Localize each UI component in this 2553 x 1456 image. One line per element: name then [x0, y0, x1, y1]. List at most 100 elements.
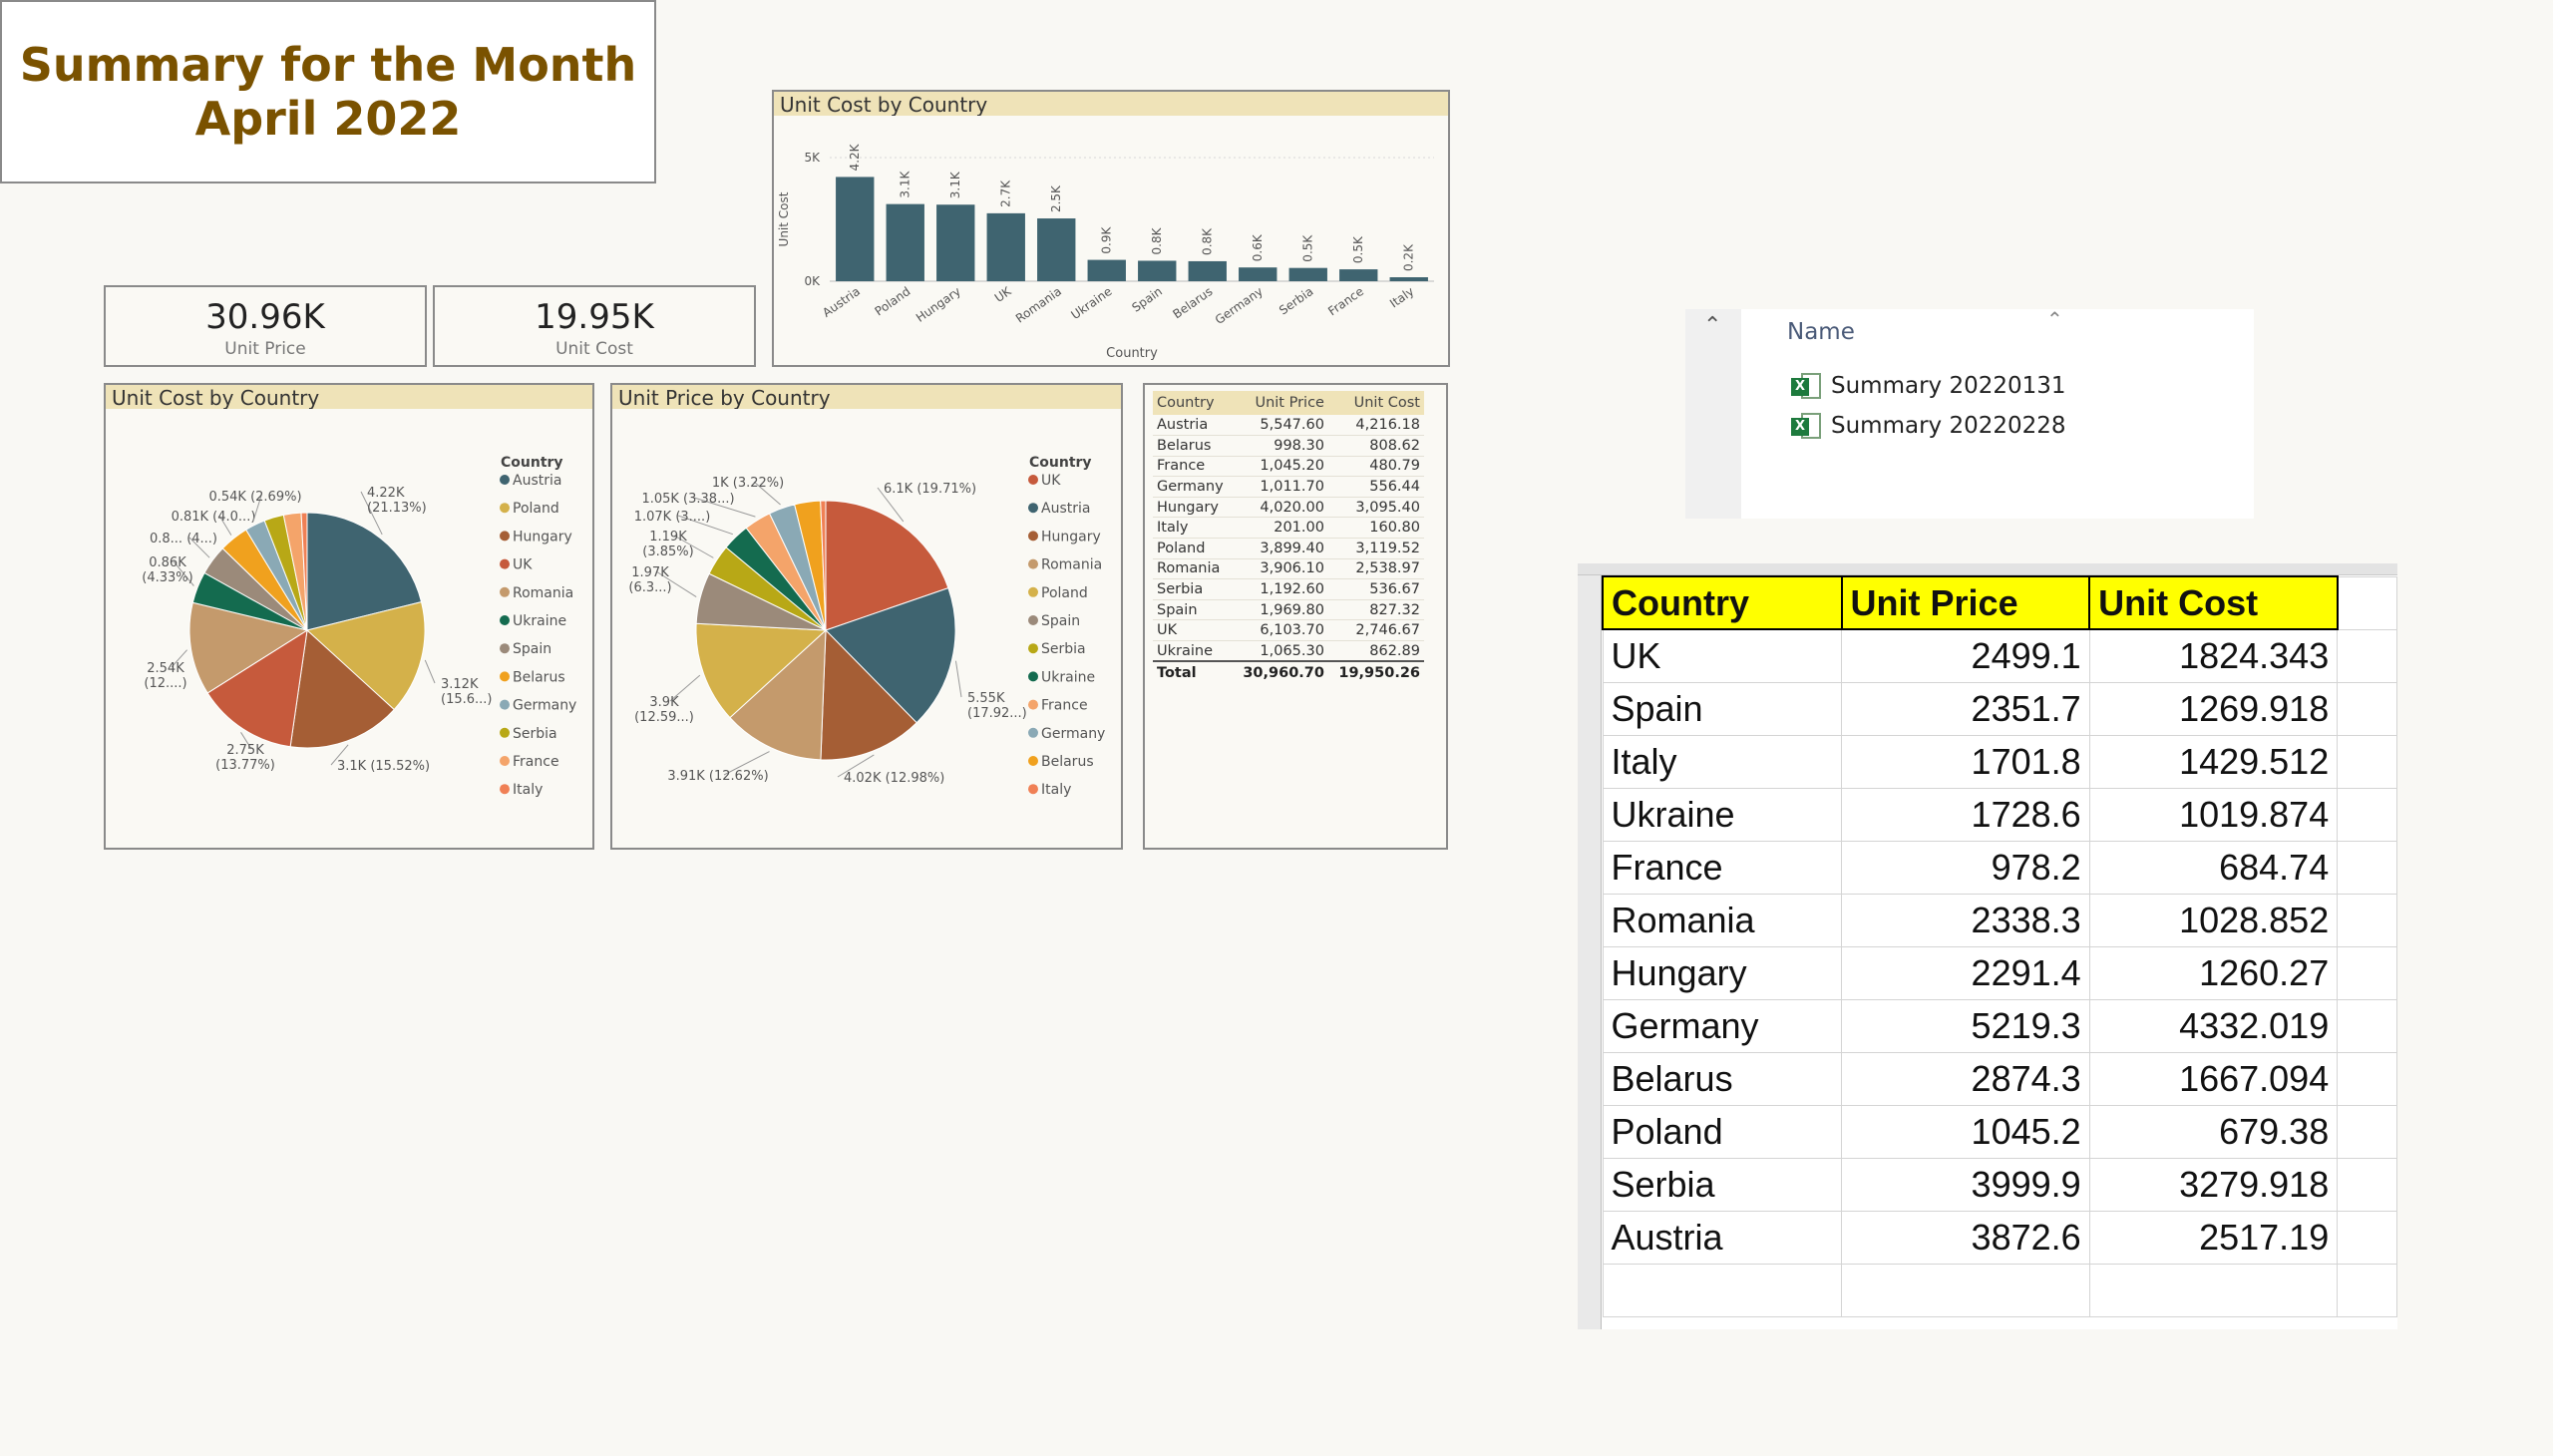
- table-row[interactable]: Germany 1,011.70 556.44: [1153, 476, 1424, 498]
- empty-cell[interactable]: [2337, 628, 2397, 683]
- cell-unit-price[interactable]: 1045.2: [1841, 1104, 2090, 1159]
- table-row[interactable]: Spain 1,969.80 827.32: [1153, 599, 1424, 621]
- file-item[interactable]: X Summary 20220228: [1791, 411, 2066, 441]
- y-tick-label: 0K: [804, 274, 821, 288]
- bar: [1288, 267, 1327, 281]
- cell-unit-price[interactable]: 5219.3: [1841, 998, 2090, 1053]
- cell-unit-cost[interactable]: 2517.19: [2088, 1210, 2339, 1265]
- empty-cell[interactable]: [2337, 575, 2397, 630]
- table-row[interactable]: UK 6,103.70 2,746.67: [1153, 619, 1424, 642]
- table-row[interactable]: Serbia 1,192.60 536.67: [1153, 578, 1424, 600]
- cell-unit-price[interactable]: 2291.4: [1841, 945, 2090, 1000]
- cell-unit-price[interactable]: 3872.6: [1841, 1210, 2090, 1265]
- table-row[interactable]: Italy 201.00 160.80: [1153, 517, 1424, 540]
- file-item[interactable]: X Summary 20220131: [1791, 371, 2066, 401]
- cell-unit-price[interactable]: 2351.7: [1841, 681, 2090, 736]
- excel-file-icon: X: [1791, 413, 1821, 439]
- cell-country[interactable]: Germany: [1602, 998, 1843, 1053]
- kpi-card-unit-price[interactable]: 30.96K Unit Price: [104, 285, 427, 367]
- cell-unit-price[interactable]: 2338.3: [1841, 893, 2090, 947]
- table-header-row: Country Unit Price Unit Cost: [1153, 391, 1424, 415]
- cell-unit-price[interactable]: 3999.9: [1841, 1157, 2090, 1212]
- cell-unit-cost[interactable]: 1824.343: [2088, 628, 2339, 683]
- col-unit-cost[interactable]: Unit Cost: [1327, 391, 1424, 415]
- summary-table-panel[interactable]: Country Unit Price Unit Cost Austria 5,54…: [1143, 383, 1448, 850]
- empty-cell[interactable]: [2337, 1051, 2397, 1106]
- empty-cell[interactable]: [2088, 1263, 2339, 1317]
- cell-unit-cost[interactable]: 1260.27: [2088, 945, 2339, 1000]
- legend-item: Serbia: [513, 726, 557, 742]
- cell-unit-cost[interactable]: 1429.512: [2088, 734, 2339, 789]
- pie-cost-panel[interactable]: Unit Cost by Country 4.22K (21.13%) 3.12K(…: [104, 383, 594, 850]
- empty-cell[interactable]: [1602, 1263, 1843, 1317]
- table-row[interactable]: Austria 5,547.60 4,216.18: [1153, 415, 1424, 437]
- table-row[interactable]: Ukraine 1,065.30 862.89: [1153, 640, 1424, 662]
- pie-data-label: 0.81K (4.0...): [172, 510, 256, 525]
- cell-country[interactable]: France: [1602, 840, 1843, 895]
- cell-unit-price[interactable]: 2499.1: [1841, 628, 2090, 683]
- y-axis-label: Unit Cost: [777, 191, 791, 246]
- cell-country[interactable]: Austria: [1602, 1210, 1843, 1265]
- cell-unit-cost[interactable]: 679.38: [2088, 1104, 2339, 1159]
- empty-cell[interactable]: [2337, 1263, 2397, 1317]
- bar-data-label: 0.8K: [1150, 226, 1164, 254]
- cell-unit-cost: 808.62: [1327, 435, 1424, 457]
- empty-cell[interactable]: [2337, 1210, 2397, 1265]
- cell-country[interactable]: Ukraine: [1602, 787, 1843, 842]
- legend-marker: [500, 699, 510, 710]
- pie-price-panel[interactable]: Unit Price by Country 6.1K (19.71%) 5.55K…: [610, 383, 1123, 850]
- cell-country[interactable]: Serbia: [1602, 1157, 1843, 1212]
- kpi-card-unit-cost[interactable]: 19.95K Unit Cost: [433, 285, 756, 367]
- header-cell-country[interactable]: Country: [1602, 575, 1843, 630]
- legend-item: Italy: [513, 782, 543, 798]
- cell-unit-cost[interactable]: 1019.874: [2088, 787, 2339, 842]
- cell-country[interactable]: Spain: [1602, 681, 1843, 736]
- cell-unit-price[interactable]: 1728.6: [1841, 787, 2090, 842]
- cell-country[interactable]: Romania: [1602, 893, 1843, 947]
- cell-country[interactable]: Belarus: [1602, 1051, 1843, 1106]
- legend-marker: [500, 643, 510, 654]
- empty-cell[interactable]: [2337, 1157, 2397, 1212]
- empty-cell[interactable]: [2337, 787, 2397, 842]
- cell-unit-price: 998.30: [1232, 435, 1328, 457]
- cell-country[interactable]: Hungary: [1602, 945, 1843, 1000]
- spreadsheet-row: Spain 2351.7 1269.918: [1602, 681, 2397, 736]
- empty-cell[interactable]: [2337, 893, 2397, 947]
- header-cell-unit-cost[interactable]: Unit Cost: [2088, 575, 2339, 630]
- table-row[interactable]: Belarus 998.30 808.62: [1153, 435, 1424, 457]
- cell-unit-price[interactable]: 2874.3: [1841, 1051, 2090, 1106]
- scroll-up-icon[interactable]: ⌃: [1703, 313, 1721, 338]
- cell-country: Belarus: [1153, 435, 1233, 457]
- table-row[interactable]: Hungary 4,020.00 3,095.40: [1153, 497, 1424, 519]
- empty-cell[interactable]: [2337, 840, 2397, 895]
- bar-chart-panel[interactable]: Unit Cost by Country 5K 0K Unit Cost Countr…: [772, 90, 1450, 367]
- cell-country[interactable]: UK: [1602, 628, 1843, 683]
- col-unit-price[interactable]: Unit Price: [1232, 391, 1328, 415]
- cell-unit-price[interactable]: 1701.8: [1841, 734, 2090, 789]
- col-country[interactable]: Country: [1153, 391, 1233, 415]
- empty-cell[interactable]: [2337, 1104, 2397, 1159]
- cell-unit-cost[interactable]: 1269.918: [2088, 681, 2339, 736]
- cell-unit-cost[interactable]: 4332.019: [2088, 998, 2339, 1053]
- empty-cell[interactable]: [1841, 1263, 2090, 1317]
- cell-unit-price[interactable]: 978.2: [1841, 840, 2090, 895]
- x-tick-label: Spain: [1129, 284, 1164, 315]
- legend-marker: [1028, 558, 1038, 569]
- cell-unit-cost[interactable]: 1667.094: [2088, 1051, 2339, 1106]
- table-row[interactable]: Romania 3,906.10 2,538.97: [1153, 558, 1424, 580]
- cell-unit-cost[interactable]: 3279.918: [2088, 1157, 2339, 1212]
- empty-cell[interactable]: [2337, 945, 2397, 1000]
- empty-cell[interactable]: [2337, 681, 2397, 736]
- x-tick-label: Italy: [1387, 284, 1416, 310]
- empty-cell[interactable]: [2337, 734, 2397, 789]
- cell-unit-cost[interactable]: 684.74: [2088, 840, 2339, 895]
- table-row[interactable]: France 1,045.20 480.79: [1153, 456, 1424, 478]
- legend-item: Hungary: [1041, 529, 1101, 545]
- cell-country[interactable]: Poland: [1602, 1104, 1843, 1159]
- empty-cell[interactable]: [2337, 998, 2397, 1053]
- cell-country[interactable]: Italy: [1602, 734, 1843, 789]
- cell-unit-cost[interactable]: 1028.852: [2088, 893, 2339, 947]
- table-row[interactable]: Poland 3,899.40 3,119.52: [1153, 538, 1424, 559]
- header-cell-unit-price[interactable]: Unit Price: [1840, 575, 2091, 630]
- name-column-header[interactable]: Name: [1787, 319, 1855, 345]
